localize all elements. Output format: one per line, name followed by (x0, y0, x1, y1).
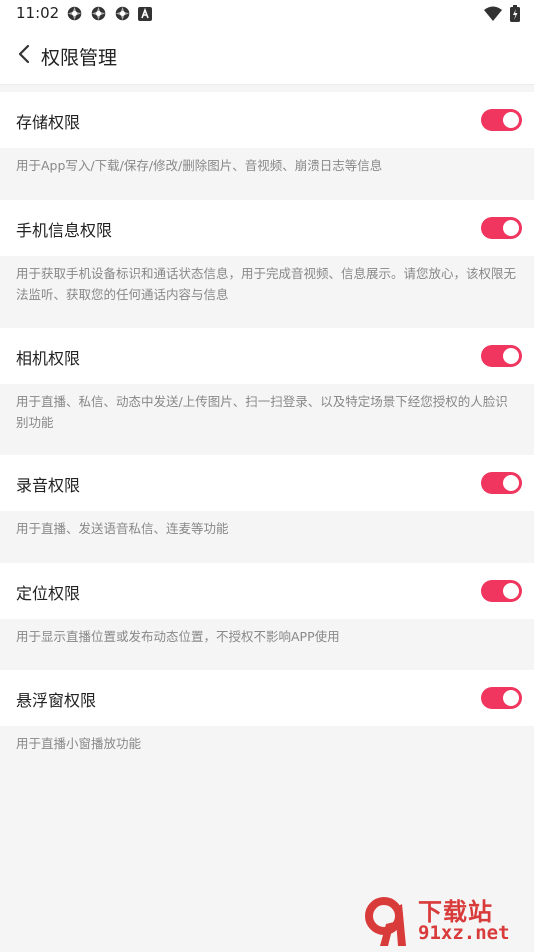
permission-row: 存储权限 (0, 92, 534, 148)
permission-toggle[interactable] (481, 345, 522, 367)
permission-title: 悬浮窗权限 (16, 691, 97, 710)
wifi-icon (484, 6, 502, 26)
back-button[interactable] (8, 40, 40, 72)
permission-description: 用于直播、私信、动态中发送/上传图片、扫一扫登录、以及特定场景下经您授权的人脸识… (0, 384, 534, 433)
permission-description: 用于获取手机设备标识和通话状态信息，用于完成音视频、信息展示。请您放心，该权限无… (0, 256, 534, 305)
settings-gear-icon (114, 5, 131, 26)
permission-toggle[interactable] (481, 580, 522, 602)
permission-row: 悬浮窗权限 (0, 670, 534, 726)
text-a-icon (138, 6, 152, 25)
top-nav-bar: 权限管理 (0, 28, 534, 85)
permission-row: 录音权限 (0, 455, 534, 511)
permission-audio: 录音权限 用于直播、发送语音私信、连麦等功能 (0, 455, 534, 539)
watermark-logo-icon (358, 892, 414, 952)
status-time: 11:02 (16, 4, 60, 22)
toggle-knob (503, 112, 519, 128)
permission-description: 用于显示直播位置或发布动态位置，不授权不影响APP使用 (0, 619, 534, 647)
permission-row: 手机信息权限 (0, 200, 534, 256)
permission-floating-window: 悬浮窗权限 用于直播小窗播放功能 (0, 670, 534, 754)
permission-title: 手机信息权限 (16, 221, 113, 240)
permission-storage: 存储权限 用于App写入/下载/保存/修改/删除图片、音视频、崩溃日志等信息 (0, 92, 534, 176)
status-system-icons (484, 5, 520, 26)
chevron-left-icon (17, 44, 31, 68)
permission-camera: 相机权限 用于直播、私信、动态中发送/上传图片、扫一扫登录、以及特定场景下经您授… (0, 328, 534, 433)
toggle-knob (503, 475, 519, 491)
status-bar: 11:02 (0, 0, 534, 28)
permission-title: 录音权限 (16, 476, 81, 495)
permission-title: 定位权限 (16, 584, 81, 603)
permission-location: 定位权限 用于显示直播位置或发布动态位置，不授权不影响APP使用 (0, 563, 534, 647)
toggle-knob (503, 690, 519, 706)
permission-row: 定位权限 (0, 563, 534, 619)
permission-description: 用于直播、发送语音私信、连麦等功能 (0, 511, 534, 539)
watermark-text-bottom: 91xz.net (418, 922, 510, 944)
battery-charging-icon (510, 5, 520, 26)
toggle-knob (503, 220, 519, 236)
watermark: 下载站 91xz.net (358, 890, 528, 948)
toggle-knob (503, 583, 519, 599)
permission-toggle[interactable] (481, 472, 522, 494)
permission-title: 存储权限 (16, 113, 81, 132)
permission-description: 用于直播小窗播放功能 (0, 726, 534, 754)
settings-gear-icon (90, 5, 107, 26)
permission-toggle[interactable] (481, 109, 522, 131)
permission-title: 相机权限 (16, 349, 81, 368)
permission-toggle[interactable] (481, 217, 522, 239)
permission-description: 用于App写入/下载/保存/修改/删除图片、音视频、崩溃日志等信息 (0, 148, 534, 176)
permission-row: 相机权限 (0, 328, 534, 384)
permission-toggle[interactable] (481, 687, 522, 709)
status-notification-icons (66, 5, 152, 26)
page-title: 权限管理 (41, 47, 118, 69)
settings-gear-icon (66, 5, 83, 26)
permission-phone-info: 手机信息权限 用于获取手机设备标识和通话状态信息，用于完成音视频、信息展示。请您… (0, 200, 534, 305)
toggle-knob (503, 348, 519, 364)
